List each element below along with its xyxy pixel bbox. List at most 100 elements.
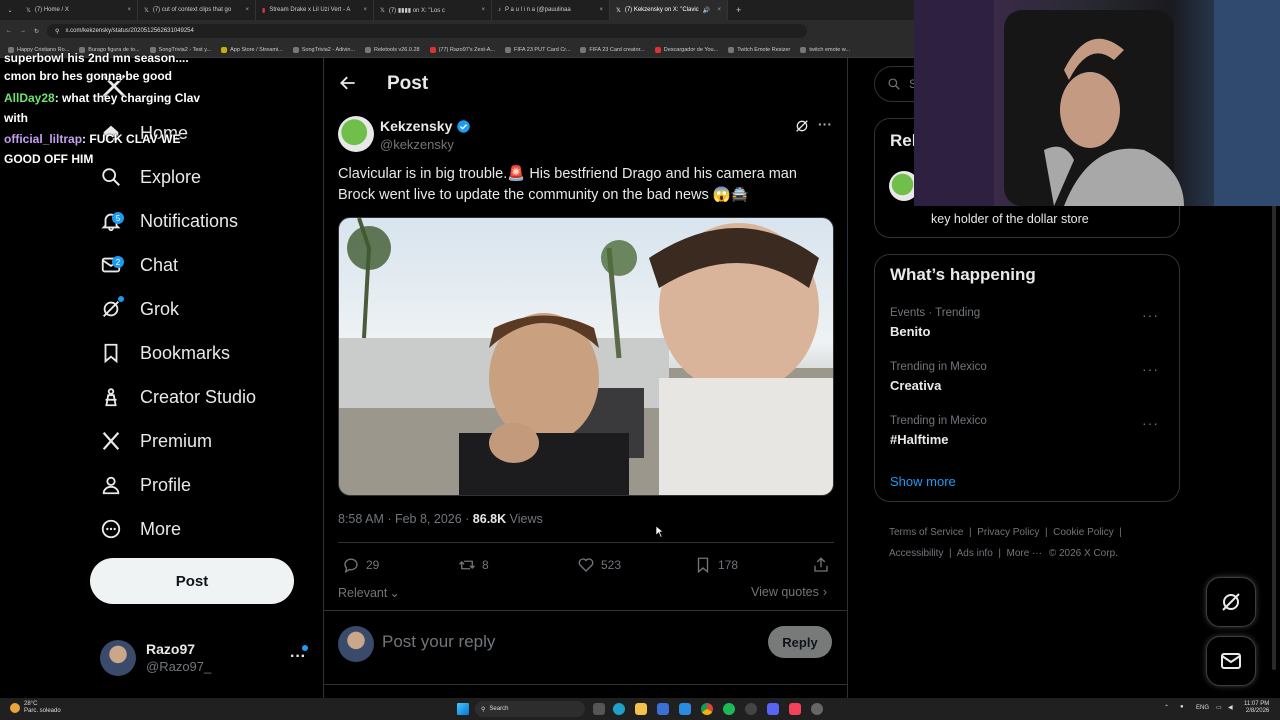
start-button[interactable] — [457, 703, 469, 715]
close-tab-icon[interactable]: × — [599, 7, 603, 13]
page-scrollbar[interactable] — [1272, 190, 1276, 670]
view-quotes-link[interactable]: View quotes › — [751, 585, 827, 599]
messages-floating-button[interactable] — [1206, 636, 1256, 686]
chat-username: AllDay28 — [4, 91, 55, 105]
browser-tab[interactable]: 𝕏 (7) Home / X × — [20, 0, 138, 20]
bookmark[interactable]: SongTrivia2 - Adivin... — [292, 46, 355, 53]
bookmark[interactable]: Reletools v26.0.28 — [365, 46, 420, 53]
weather-widget[interactable]: 28°C Parc. soleado — [10, 701, 61, 715]
post-video[interactable] — [338, 217, 834, 496]
network-icon[interactable]: ▭ — [1216, 704, 1222, 711]
trend-more-icon[interactable]: ··· — [1142, 361, 1159, 377]
sort-replies-dropdown[interactable]: Relevant ⌄ — [338, 585, 400, 601]
bookmark-action[interactable]: 178 — [694, 556, 738, 574]
bookmark[interactable]: FIFA 23 Card creator... — [580, 46, 645, 53]
chrome-icon[interactable] — [701, 703, 713, 715]
share-icon[interactable] — [812, 556, 830, 579]
file-explorer-icon[interactable] — [635, 703, 647, 715]
trend-more-icon[interactable]: ··· — [1142, 415, 1159, 431]
obs-icon[interactable] — [745, 703, 757, 715]
reply-button[interactable]: Reply — [768, 626, 832, 658]
close-tab-icon[interactable]: × — [717, 7, 721, 13]
chevron-down-icon: ⌄ — [389, 586, 400, 600]
reply-action[interactable]: 29 — [342, 556, 379, 574]
task-view-icon[interactable] — [593, 703, 605, 715]
trend-item[interactable]: Trending in Mexico #Halftime ··· — [875, 414, 1179, 458]
footer-link-ads-info[interactable]: Ads info — [957, 548, 993, 559]
tray-chevron-icon[interactable]: ⌃ — [1164, 704, 1169, 711]
mic-icon[interactable]: ● — [1180, 704, 1184, 710]
footer-link-cookie[interactable]: Cookie Policy — [1053, 527, 1114, 538]
new-tab-button[interactable]: + — [728, 5, 749, 15]
sidebar-item-premium[interactable]: Premium — [100, 425, 212, 457]
show-more-link[interactable]: Show more — [890, 474, 956, 489]
notification-dot — [302, 645, 308, 651]
sidebar-item-label: Creator Studio — [140, 386, 257, 407]
clock[interactable]: 11:07 PM 2/8/2026 — [1244, 701, 1269, 715]
back-arrow-icon[interactable] — [338, 73, 360, 95]
compose-post-button[interactable]: Post — [90, 558, 294, 604]
language-indicator[interactable]: ENG — [1196, 705, 1209, 711]
sidebar-item-grok[interactable]: Grok — [100, 293, 179, 325]
sidebar-item-more[interactable]: More — [100, 513, 181, 545]
footer-link-accessibility[interactable]: Accessibility — [889, 548, 943, 559]
author-name-row[interactable]: Kekzensky — [380, 118, 471, 134]
browser-tab[interactable]: 𝕏 (7) ▮▮▮▮ on X: "Los c × — [374, 0, 492, 20]
sidebar-item-label: Explore — [140, 166, 202, 187]
footer-link-terms[interactable]: Terms of Service — [889, 527, 963, 538]
footer-link-privacy[interactable]: Privacy Policy — [977, 527, 1039, 538]
sidebar-item-label: Premium — [140, 430, 213, 451]
mail-icon[interactable] — [679, 703, 691, 715]
bookmark[interactable]: App Store / Streami... — [221, 46, 283, 53]
discord-icon[interactable] — [767, 703, 779, 715]
browser-tab[interactable]: ♪ P a u l i n a (@pauulinaa × — [492, 0, 610, 20]
bookmark[interactable]: FIFA 23 PUT Card Cr... — [504, 46, 570, 53]
music-icon[interactable] — [789, 703, 801, 715]
author-avatar[interactable] — [338, 116, 374, 152]
close-tab-icon[interactable]: × — [363, 7, 367, 13]
bookmark[interactable]: Twitch Emote Resizer — [728, 46, 790, 53]
reply-icon — [344, 558, 358, 574]
like-action[interactable]: 523 — [577, 556, 621, 574]
taskbar-search[interactable]: ⚲ Search — [475, 701, 585, 717]
chat-message: official_liltrap: FUCK CLAV WE GOOD OFF … — [4, 132, 181, 166]
reload-icon[interactable]: ↻ — [34, 28, 39, 35]
back-icon[interactable]: ← — [6, 28, 12, 34]
browser-tab[interactable]: 𝕏 (7) cut of context clips that go × — [138, 0, 256, 20]
trend-more-icon[interactable]: ··· — [1142, 307, 1159, 323]
store-icon[interactable] — [657, 703, 669, 715]
close-tab-icon[interactable]: × — [245, 7, 249, 13]
sidebar-item-chat[interactable]: 2 Chat — [100, 249, 178, 281]
tab-list-button[interactable]: ⌄ — [0, 7, 20, 14]
address-bar[interactable]: ⚲ x.com/kekzensky/status/202051256263104… — [47, 24, 808, 38]
footer-link-more[interactable]: More ··· — [1007, 548, 1043, 559]
bookmark[interactable]: twitch emote w... — [800, 46, 850, 53]
trend-item[interactable]: Trending in Mexico Creativa ··· — [875, 360, 1179, 404]
browser-tab-active[interactable]: 𝕏 (7) Kekzensky on X: "Clavic 🔊 × — [610, 0, 728, 20]
close-tab-icon[interactable]: × — [481, 7, 485, 13]
grok-explain-icon[interactable] — [794, 118, 810, 134]
search-icon: ⚲ — [481, 706, 486, 713]
trend-item[interactable]: Events · Trending Benito ··· — [875, 305, 1179, 349]
app-icon[interactable] — [811, 703, 823, 715]
sidebar-item-profile[interactable]: Profile — [100, 469, 191, 501]
site-info-icon[interactable]: ⚲ — [55, 28, 59, 35]
audio-icon[interactable]: 🔊 — [703, 7, 710, 14]
volume-icon[interactable]: ◀ — [1228, 704, 1233, 711]
post-more-icon[interactable]: ··· — [818, 116, 832, 132]
reply-input[interactable]: Post your reply — [382, 632, 495, 652]
forward-icon[interactable]: → — [20, 28, 26, 34]
sidebar-item-notifications[interactable]: 5 Notifications — [100, 205, 238, 237]
sidebar-item-creator-studio[interactable]: Creator Studio — [100, 381, 256, 413]
bookmark[interactable]: Descargador de You... — [654, 46, 718, 53]
close-tab-icon[interactable]: × — [127, 7, 131, 13]
account-switcher[interactable]: Razo97 @Razo97_ ··· — [100, 640, 314, 676]
edge-icon[interactable] — [613, 703, 625, 715]
bookmark[interactable]: (77) Razo97's Zest-A... — [429, 46, 495, 53]
grok-floating-button[interactable] — [1206, 577, 1256, 627]
browser-tab[interactable]: ▮ Stream Drake x Lil Uzi Vert - A × — [256, 0, 374, 20]
sidebar-item-bookmarks[interactable]: Bookmarks — [100, 337, 230, 369]
repost-action[interactable]: 8 — [458, 556, 489, 574]
author-handle[interactable]: @kekzensky — [380, 137, 454, 152]
spotify-icon[interactable] — [723, 703, 735, 715]
